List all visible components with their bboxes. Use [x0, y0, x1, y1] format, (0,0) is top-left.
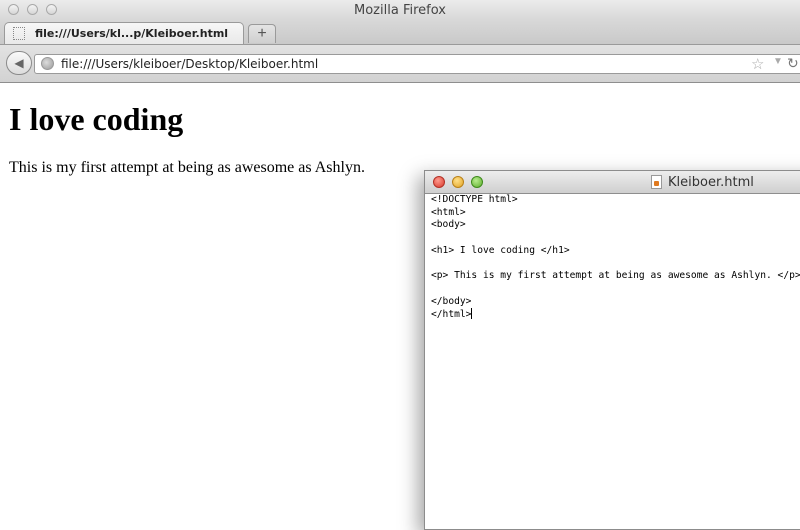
code-line: </body>: [431, 295, 472, 307]
editor-titlebar[interactable]: Kleiboer.html: [425, 171, 800, 194]
browser-titlebar: Mozilla Firefox: [0, 0, 800, 20]
navigation-toolbar: ◀ file:///Users/kleiboer/Desktop/Kleiboe…: [0, 45, 800, 83]
new-tab-button[interactable]: +: [248, 24, 276, 43]
code-line: <html>: [431, 206, 466, 218]
page-paragraph: This is my first attempt at being as awe…: [9, 159, 365, 176]
dropdown-icon[interactable]: ▼: [773, 56, 783, 67]
reload-icon[interactable]: ↻: [787, 55, 799, 72]
text-caret: [471, 308, 473, 320]
back-arrow-icon: ◀: [14, 56, 24, 70]
editor-minimize-button[interactable]: [452, 176, 464, 188]
html-document-icon: [651, 175, 662, 189]
editor-text-area[interactable]: <!DOCTYPE html> <html> <body> <h1> I lov…: [431, 194, 800, 322]
editor-close-button[interactable]: [433, 176, 445, 188]
code-line: <!DOCTYPE html>: [431, 194, 518, 205]
globe-icon: [41, 57, 54, 70]
url-text: file:///Users/kleiboer/Desktop/Kleiboer.…: [61, 57, 319, 71]
window-title: Mozilla Firefox: [354, 3, 446, 18]
code-line: <p> This is my first attempt at being as…: [431, 270, 800, 282]
code-line: <body>: [431, 219, 466, 231]
tab-kleiboer[interactable]: file:///Users/kl...p/Kleiboer.html: [4, 22, 244, 44]
page-favicon-icon: [13, 27, 25, 40]
tab-label: file:///Users/kl...p/Kleiboer.html: [35, 27, 229, 40]
page-heading: I love coding: [9, 101, 184, 137]
code-line: <h1> I love coding </h1>: [431, 244, 570, 256]
editor-zoom-button[interactable]: [471, 176, 483, 188]
editor-title: Kleiboer.html: [668, 175, 754, 190]
url-bar[interactable]: file:///Users/kleiboer/Desktop/Kleiboer.…: [34, 54, 800, 74]
star-icon[interactable]: ☆: [751, 55, 764, 73]
editor-window[interactable]: Kleiboer.html <!DOCTYPE html> <html> <bo…: [424, 170, 800, 530]
tab-strip: file:///Users/kl...p/Kleiboer.html +: [0, 20, 800, 45]
back-button[interactable]: ◀: [6, 51, 32, 75]
code-line: </html>: [431, 309, 472, 321]
